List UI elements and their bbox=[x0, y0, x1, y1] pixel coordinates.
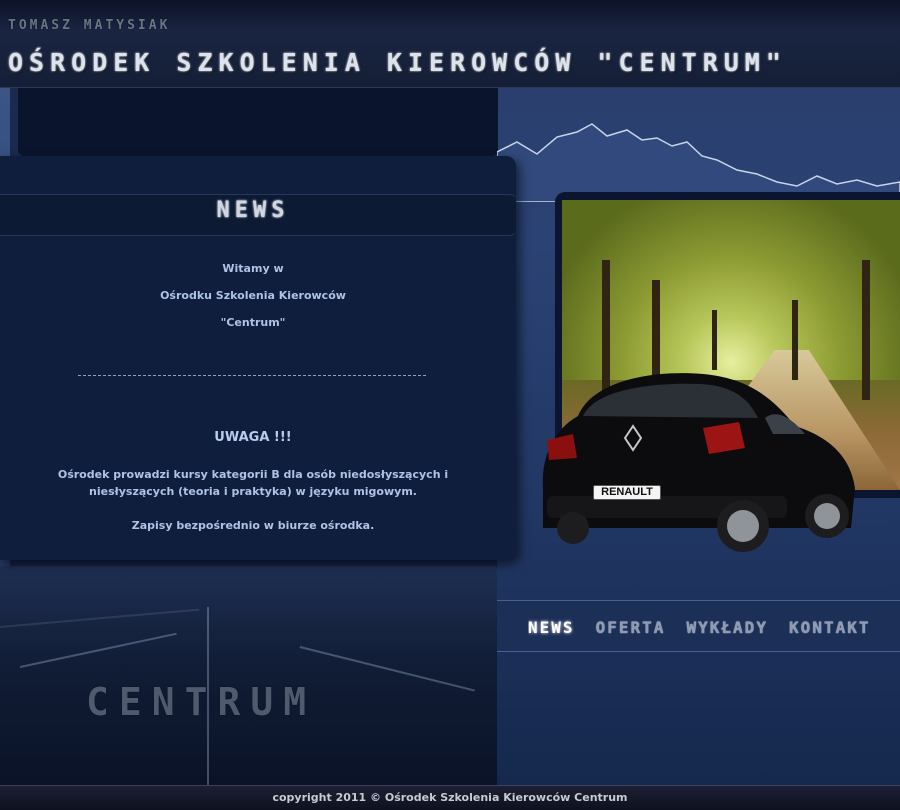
welcome-line-2: Ośrodku Szkolenia Kierowców bbox=[160, 289, 346, 302]
warning-text-line-2: niesłyszących (teoria i praktyka) w języ… bbox=[89, 485, 417, 498]
nav-item-wyklady[interactable]: WYKŁADY bbox=[687, 618, 768, 637]
site-title: OŚRODEK SZKOLENIA KIEROWCÓW "CENTRUM" bbox=[8, 48, 787, 77]
main-nav: NEWS OFERTA WYKŁADY KONTAKT bbox=[528, 618, 900, 640]
renault-clio-image bbox=[542, 373, 855, 552]
nav-item-oferta[interactable]: OFERTA bbox=[596, 618, 666, 637]
footer: copyright 2011 © Ośrodek Szkolenia Kiero… bbox=[0, 785, 900, 810]
copyright-text: copyright 2011 © Ośrodek Szkolenia Kiero… bbox=[272, 791, 628, 804]
nav-item-kontakt[interactable]: KONTAKT bbox=[789, 618, 870, 637]
enrollment-text: Zapisy bezpośrednio w biurze ośrodka. bbox=[131, 519, 375, 532]
nav-item-news[interactable]: NEWS bbox=[528, 618, 575, 637]
owner-name: TOMASZ MATYSIAK bbox=[8, 18, 171, 33]
top-dark-panel bbox=[18, 88, 498, 156]
road-image bbox=[0, 566, 497, 785]
warning-title: UWAGA !!! bbox=[214, 430, 292, 445]
site-header: TOMASZ MATYSIAK OŚRODEK SZKOLENIA KIEROW… bbox=[0, 0, 900, 88]
dashed-separator bbox=[78, 375, 426, 376]
welcome-line-1: Witamy w bbox=[222, 262, 284, 275]
warning-text-line-1: Ośrodek prowadzi kursy kategorii B dla o… bbox=[57, 468, 449, 481]
news-heading: NEWS bbox=[216, 198, 290, 223]
centrum-brand-text: CENTRUM bbox=[86, 680, 317, 724]
mountain-silhouette bbox=[497, 123, 900, 202]
welcome-line-3: "Centrum" bbox=[220, 316, 286, 329]
license-plate: RENAULT bbox=[593, 485, 661, 500]
